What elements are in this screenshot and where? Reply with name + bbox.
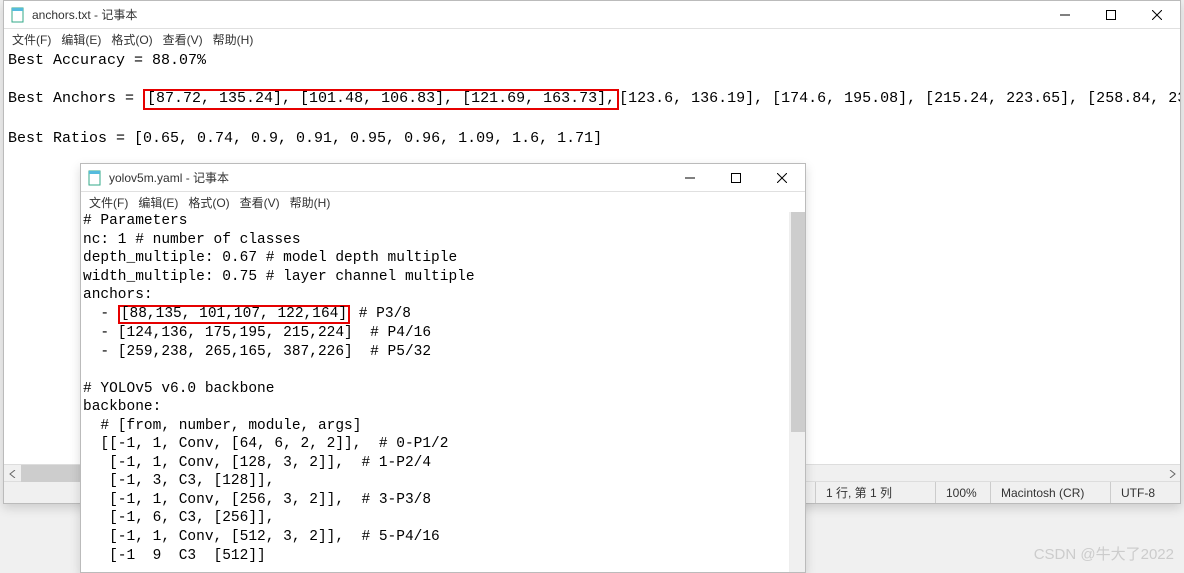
text-line: - [124,136, 175,195, 215,224] # P4/16 bbox=[83, 324, 801, 343]
menu-help[interactable]: 帮助(H) bbox=[290, 194, 331, 211]
status-eol: Macintosh (CR) bbox=[990, 482, 1110, 503]
notepad-icon bbox=[10, 7, 26, 23]
text-line: [[-1, 1, Conv, [64, 6, 2, 2]], # 0-P1/2 bbox=[83, 435, 801, 454]
menu-file[interactable]: 文件(F) bbox=[89, 194, 128, 211]
menu-format[interactable]: 格式(O) bbox=[111, 31, 152, 48]
text-line: [-1, 6, C3, [256]], bbox=[83, 509, 801, 528]
text-line: depth_multiple: 0.67 # model depth multi… bbox=[83, 249, 801, 268]
page-watermark: CSDN @牛大了2022 bbox=[1034, 543, 1174, 564]
menu-file[interactable]: 文件(F) bbox=[12, 31, 51, 48]
menubar: 文件(F) 编辑(E) 格式(O) 查看(V) 帮助(H) bbox=[81, 192, 805, 212]
text-line: # Parameters bbox=[83, 212, 801, 231]
text-line: nc: 1 # number of classes bbox=[83, 231, 801, 250]
menu-edit[interactable]: 编辑(E) bbox=[138, 194, 178, 211]
menu-edit[interactable]: 编辑(E) bbox=[61, 31, 101, 48]
menu-help[interactable]: 帮助(H) bbox=[213, 31, 254, 48]
window-title: yolov5m.yaml - 记事本 bbox=[109, 169, 229, 186]
anchors-highlight: [88,135, 101,107, 122,164] bbox=[118, 305, 350, 324]
text-line: anchors: bbox=[83, 286, 801, 305]
editor-content[interactable]: # Parameters nc: 1 # number of classes d… bbox=[81, 212, 805, 572]
text-line: # YOLOv5 v6.0 backbone bbox=[83, 380, 801, 399]
text-line: Best Anchors = [87.72, 135.24], [101.48,… bbox=[8, 89, 1176, 110]
titlebar[interactable]: anchors.txt - 记事本 bbox=[4, 1, 1180, 29]
text-line: Best Accuracy = 88.07% bbox=[8, 51, 1176, 70]
status-zoom: 100% bbox=[935, 482, 990, 503]
minimize-button[interactable] bbox=[667, 164, 713, 192]
menu-view[interactable]: 查看(V) bbox=[163, 31, 203, 48]
text-line: width_multiple: 0.75 # layer channel mul… bbox=[83, 268, 801, 287]
anchors-highlight: [87.72, 135.24], [101.48, 106.83], [121.… bbox=[143, 89, 619, 110]
text-line: - [259,238, 265,165, 387,226] # P5/32 bbox=[83, 343, 801, 362]
text-line: [-1 9 C3 [512]] bbox=[83, 547, 801, 566]
scroll-left-button[interactable] bbox=[4, 465, 21, 482]
text-line: # [from, number, module, args] bbox=[83, 417, 801, 436]
maximize-button[interactable] bbox=[1088, 1, 1134, 29]
titlebar[interactable]: yolov5m.yaml - 记事本 bbox=[81, 164, 805, 192]
menu-view[interactable]: 查看(V) bbox=[240, 194, 280, 211]
text-line: - [88,135, 101,107, 122,164] # P3/8 bbox=[83, 305, 801, 324]
text-line: Best Ratios = [0.65, 0.74, 0.9, 0.91, 0.… bbox=[8, 129, 1176, 148]
window-title: anchors.txt - 记事本 bbox=[32, 6, 137, 23]
scroll-right-button[interactable] bbox=[1163, 465, 1180, 482]
text-line: [-1, 3, C3, [128]], bbox=[83, 472, 801, 491]
menu-format[interactable]: 格式(O) bbox=[188, 194, 229, 211]
menubar: 文件(F) 编辑(E) 格式(O) 查看(V) 帮助(H) bbox=[4, 29, 1180, 49]
close-button[interactable] bbox=[759, 164, 805, 192]
status-encoding: UTF-8 bbox=[1110, 482, 1180, 503]
notepad-icon bbox=[87, 170, 103, 186]
close-button[interactable] bbox=[1134, 1, 1180, 29]
text-line: backbone: bbox=[83, 398, 801, 417]
maximize-button[interactable] bbox=[713, 164, 759, 192]
scrollbar-thumb[interactable] bbox=[791, 212, 805, 432]
notepad-window-yolov5m: yolov5m.yaml - 记事本 文件(F) 编辑(E) 格式(O) 查看(… bbox=[80, 163, 806, 573]
status-position: 1 行, 第 1 列 bbox=[815, 482, 935, 503]
text-line: [-1, 1, Conv, [256, 3, 2]], # 3-P3/8 bbox=[83, 491, 801, 510]
minimize-button[interactable] bbox=[1042, 1, 1088, 29]
text-line: [-1, 1, Conv, [512, 3, 2]], # 5-P4/16 bbox=[83, 528, 801, 547]
vertical-scrollbar[interactable] bbox=[789, 212, 805, 572]
text-line: [-1, 1, Conv, [128, 3, 2]], # 1-P2/4 bbox=[83, 454, 801, 473]
